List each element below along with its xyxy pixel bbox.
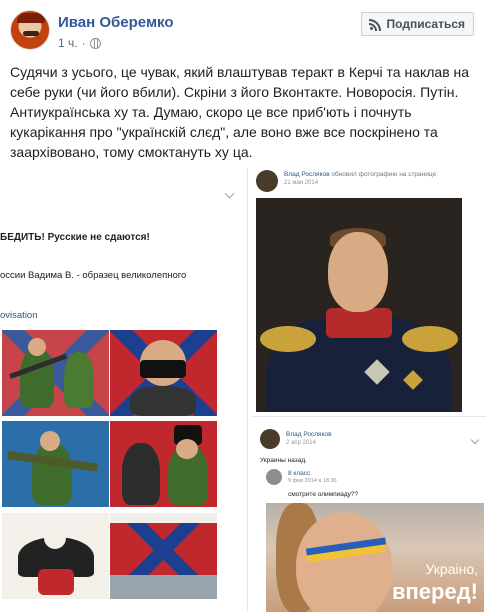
meta-separator: · bbox=[81, 36, 86, 50]
vk-post-text: Украины назад. bbox=[260, 457, 307, 464]
image-caption-line1: Украіно, bbox=[425, 561, 478, 577]
vk-post-date: 21 мая 2014 bbox=[284, 180, 319, 186]
poster-masked-fighter bbox=[110, 330, 217, 416]
post-header: Иван Оберемко 1 ч. · Подписаться bbox=[0, 0, 486, 58]
olympics-image: Украіно, вперед! bbox=[266, 503, 484, 612]
post-text: Судячи з усього, це чувак, який влаштува… bbox=[10, 64, 470, 160]
chevron-down-icon bbox=[470, 435, 480, 445]
vk-author-name: Влад Росляков bbox=[284, 171, 330, 178]
poster-flag bbox=[110, 513, 217, 599]
repost-avatar bbox=[266, 469, 282, 485]
avatar-mustache bbox=[23, 31, 39, 36]
vk-left-headline: БЕДИТЬ! Русские не сдаются! bbox=[0, 232, 150, 243]
author-name[interactable]: Иван Оберемко bbox=[58, 14, 174, 31]
poster-fighter-with-rpg bbox=[2, 421, 109, 507]
image-caption-line2: вперед! bbox=[391, 579, 478, 604]
repost-text: смотрите олимпиаду?? bbox=[288, 491, 359, 498]
post-meta: 1 ч. · bbox=[58, 36, 101, 50]
poster-cossack bbox=[110, 421, 217, 507]
vk-screenshot-portrait[interactable]: Влад Росляков обновил фотографию на стра… bbox=[252, 168, 486, 414]
photo-collage[interactable]: БЕДИТЬ! Русские не сдаются! оссии Вадима… bbox=[0, 168, 486, 612]
subscribe-label: Подписаться bbox=[386, 17, 465, 31]
rss-icon bbox=[368, 18, 381, 31]
vk-left-link: ovisation bbox=[0, 310, 38, 321]
vk-avatar bbox=[260, 429, 280, 449]
vk-avatar bbox=[256, 170, 278, 192]
poster-eagle bbox=[2, 513, 109, 599]
vk-post-author: Влад Росляков обновил фотографию на стра… bbox=[284, 171, 438, 178]
repost-date: 9 фев 2014 в 18:36 bbox=[288, 478, 337, 484]
vk-screenshot-repost[interactable]: Влад Росляков 2 апр 2014 Украины назад. … bbox=[252, 416, 486, 612]
post-time[interactable]: 1 ч. bbox=[58, 36, 78, 50]
vk-screenshot-left[interactable]: БЕДИТЬ! Русские не сдаются! оссии Вадима… bbox=[0, 168, 248, 612]
poster-soldiers bbox=[2, 330, 109, 416]
subscribe-button[interactable]: Подписаться bbox=[360, 12, 474, 36]
vk-author-action: обновил фотографию на странице: bbox=[331, 171, 438, 178]
chevron-down-icon bbox=[224, 188, 235, 199]
repost-author: 8 класс bbox=[288, 470, 311, 477]
vk-post-author: Влад Росляков bbox=[286, 431, 332, 438]
portrait-painting bbox=[256, 198, 462, 412]
author-avatar[interactable] bbox=[10, 10, 50, 50]
vk-left-text: оссии Вадима В. - образец великолепного bbox=[0, 270, 187, 281]
globe-icon[interactable] bbox=[89, 37, 101, 49]
vk-post-date: 2 апр 2014 bbox=[286, 440, 316, 446]
avatar-cap bbox=[17, 13, 45, 23]
